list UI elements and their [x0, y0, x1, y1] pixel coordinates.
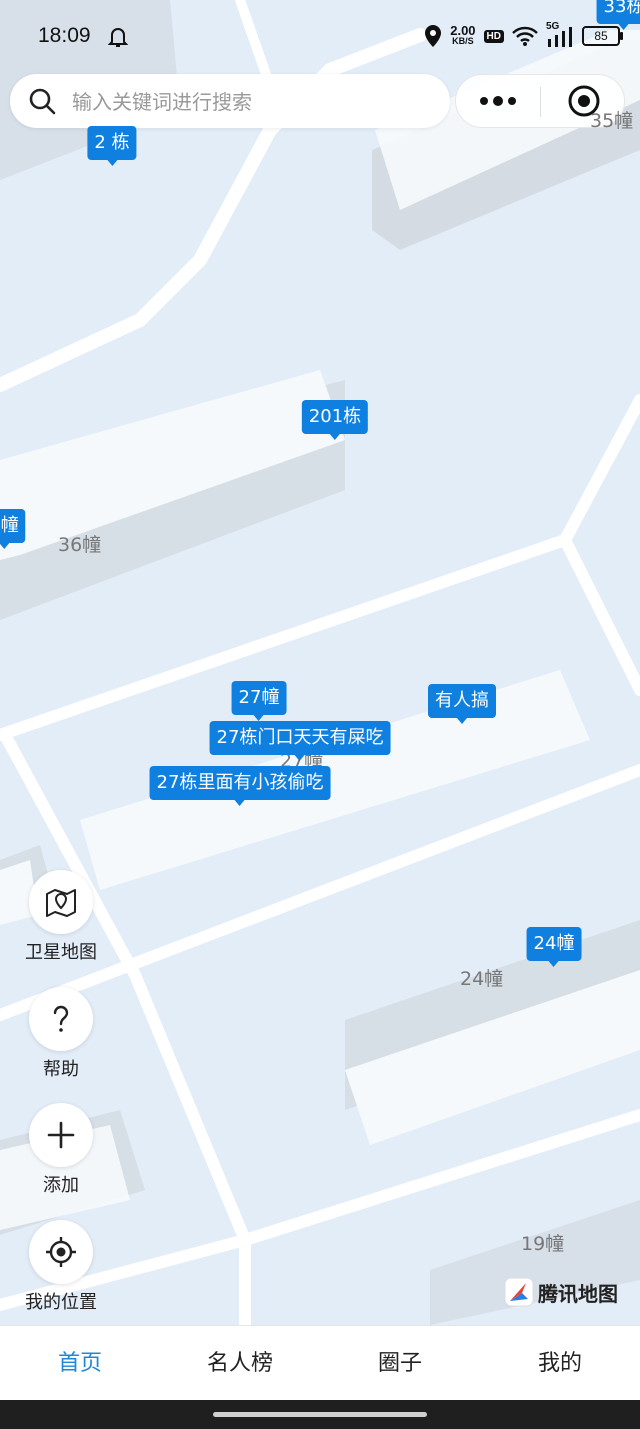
- satellite-map-button[interactable]: 卫星地图: [0, 870, 122, 974]
- help-button-circle: [29, 987, 93, 1051]
- bottom-tab-bar: 首页 名人榜 圈子 我的: [0, 1325, 640, 1401]
- plus-icon: [47, 1121, 75, 1149]
- tab-circle[interactable]: 圈子: [320, 1326, 480, 1401]
- map-pin[interactable]: 33栋: [596, 0, 640, 30]
- tencent-map-logo-icon: [504, 1277, 534, 1307]
- network-speed-unit: KB/S: [452, 36, 474, 46]
- search-bar[interactable]: [10, 74, 450, 128]
- map-pin[interactable]: 27栋里面有小孩偷吃: [149, 766, 331, 806]
- more-dots-icon: [480, 96, 516, 106]
- map-pin[interactable]: 201栋: [301, 400, 369, 440]
- network-speed: 2.00 KB/S: [450, 24, 475, 47]
- hd-badge: HD: [483, 29, 504, 43]
- cell-signal: 5G: [546, 21, 574, 47]
- add-button-circle: [29, 1103, 93, 1167]
- signal-bars-icon: [548, 27, 572, 47]
- help-icon: [53, 1005, 69, 1032]
- my-location-icon: [46, 1237, 76, 1267]
- search-input[interactable]: [70, 86, 434, 118]
- satellite-map-label: 卫星地图: [25, 942, 97, 963]
- tencent-map-brand: 腾讯地图: [504, 1276, 618, 1308]
- search-icon: [29, 88, 56, 115]
- add-button[interactable]: 添加: [0, 1103, 122, 1207]
- my-location-button-circle: [29, 1220, 93, 1284]
- building-label-24: 24幢: [460, 968, 504, 990]
- status-bar: 18:09 2.00 KB/S HD 5G 85: [0, 0, 640, 72]
- building-label-35: 35幢: [590, 110, 634, 132]
- home-indicator[interactable]: [213, 1412, 427, 1417]
- capsule-divider: [540, 87, 541, 117]
- building-label-36: 36幢: [58, 534, 102, 556]
- satellite-map-icon: [46, 889, 76, 917]
- my-location-button[interactable]: 我的位置: [0, 1220, 122, 1324]
- battery-indicator: 85: [582, 26, 623, 46]
- system-nav-bar: [0, 1400, 640, 1429]
- help-button[interactable]: 帮助: [0, 987, 122, 1091]
- map-pin[interactable]: 24幢: [526, 927, 582, 967]
- tab-home[interactable]: 首页: [0, 1326, 160, 1401]
- add-label: 添加: [43, 1175, 79, 1196]
- my-location-label: 我的位置: [25, 1292, 97, 1313]
- satellite-map-button-circle: [29, 870, 93, 934]
- map-pin[interactable]: 有人搞: [428, 684, 496, 724]
- map-pin[interactable]: 27幢: [231, 681, 287, 721]
- tab-celebrity-ranking[interactable]: 名人榜: [160, 1326, 320, 1401]
- notification-bell-icon: [108, 28, 128, 47]
- tab-mine[interactable]: 我的: [480, 1326, 640, 1401]
- status-time: 18:09: [38, 24, 91, 47]
- map-pin[interactable]: 27栋门口天天有屎吃: [209, 721, 391, 761]
- help-label: 帮助: [43, 1059, 79, 1080]
- map-pin[interactable]: 0幢: [0, 509, 26, 549]
- location-icon: [425, 25, 442, 47]
- status-right-group: 2.00 KB/S HD 5G 85: [424, 21, 623, 50]
- brand-name: 腾讯地图: [538, 1281, 618, 1306]
- wifi-icon: [512, 26, 538, 46]
- building-label-19: 19幢: [521, 1233, 565, 1255]
- map-pin[interactable]: 2 栋: [87, 126, 137, 166]
- more-button[interactable]: [456, 75, 540, 127]
